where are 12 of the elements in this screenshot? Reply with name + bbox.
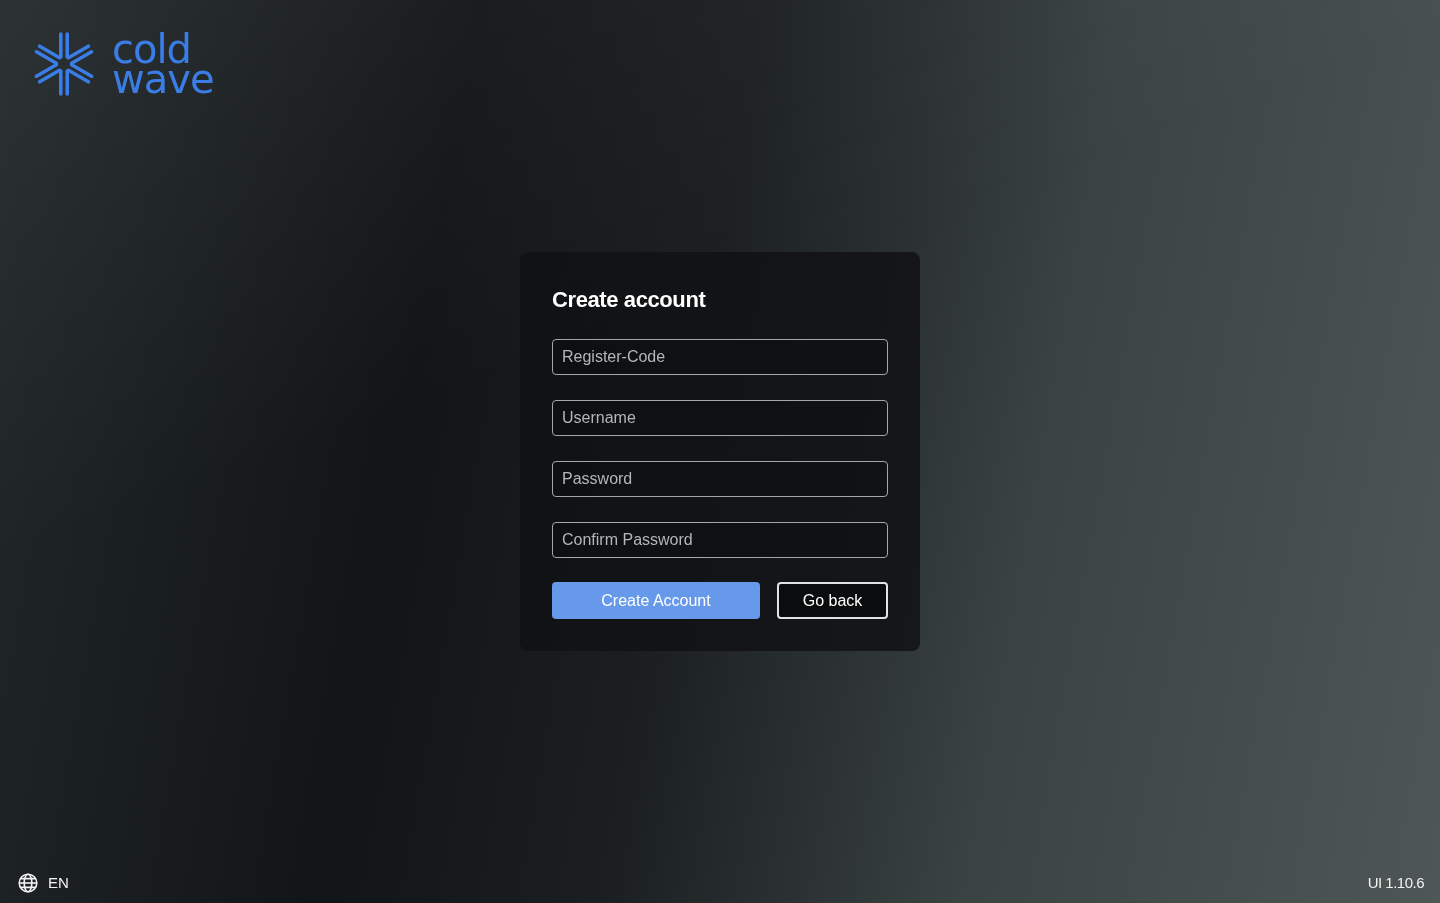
globe-icon[interactable] <box>18 873 38 893</box>
input-field[interactable]: Confirm Password <box>552 522 888 558</box>
input-field[interactable]: Register-Code <box>552 339 888 375</box>
input-field[interactable]: Password <box>552 461 888 497</box>
language-label[interactable]: EN <box>48 873 69 893</box>
snowflake-logo-icon <box>32 32 96 96</box>
logo-word: cold <box>112 34 191 64</box>
form-title: Create account <box>552 286 707 314</box>
logo-word: wave <box>112 64 214 94</box>
version-label: UI 1.10.6 <box>1367 873 1424 893</box>
go-back-button[interactable]: Go back <box>777 582 888 619</box>
input-field[interactable]: Username <box>552 400 888 436</box>
